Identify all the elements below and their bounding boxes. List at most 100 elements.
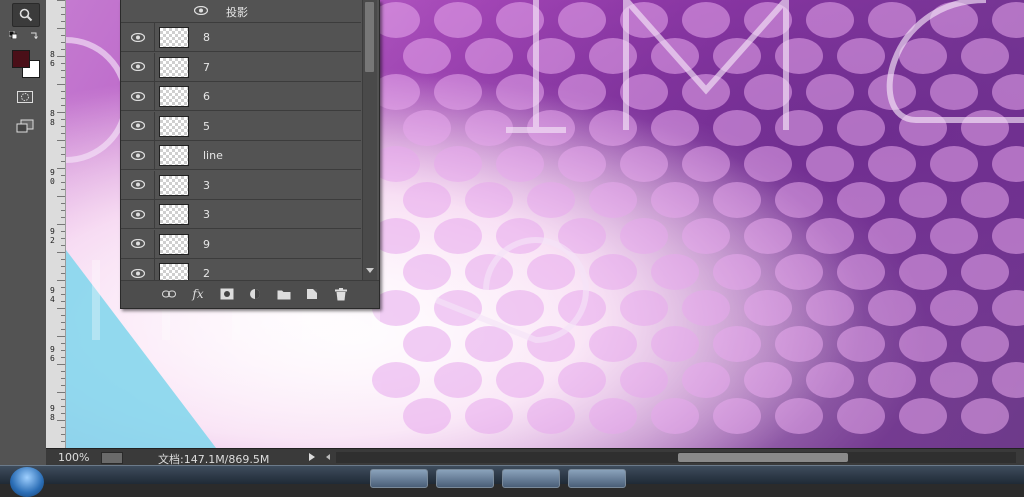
visibility-toggle[interactable] [121,52,155,81]
status-menu-arrow-icon[interactable] [309,453,315,461]
zoom-level[interactable]: 100% [58,451,89,464]
screen-mode-button[interactable] [12,115,38,137]
pattern-dot [806,218,854,254]
taskbar-app-button[interactable] [370,469,428,488]
ruler-tick [57,84,65,85]
layer-row[interactable]: 7 [121,52,361,82]
layer-name[interactable]: 7 [203,61,210,74]
pattern-dot [806,146,854,182]
default-colors-icon[interactable] [9,31,17,39]
taskbar-app-button[interactable] [502,469,560,488]
layer-effect-row[interactable]: 投影 [121,0,361,23]
layer-row[interactable]: 8 [121,23,361,52]
ruler-tick [61,294,65,295]
visibility-toggle[interactable] [121,141,155,169]
new-layer-button[interactable] [305,287,319,301]
pattern-dot [868,362,916,398]
layer-name[interactable]: 2 [203,267,210,280]
scroll-left-arrow-icon[interactable] [326,454,330,460]
layer-thumbnail[interactable] [159,233,189,255]
pattern-dot [837,110,885,146]
eye-icon[interactable] [194,6,208,15]
layers-panel: 投影 8 7 6 5 line 3 3 9 2 fx [120,0,380,309]
horizontal-scrollbar-thumb[interactable] [678,453,848,462]
layer-name[interactable]: 8 [203,31,210,44]
layer-row[interactable]: line [121,141,361,170]
layer-name[interactable]: 9 [203,238,210,251]
quick-mask-button[interactable] [12,86,38,108]
adjustment-layer-button[interactable] [248,287,262,301]
fx-button[interactable]: fx [191,287,205,301]
add-mask-button[interactable] [220,287,234,301]
pattern-dot [806,362,854,398]
visibility-toggle[interactable] [121,23,155,51]
layer-thumbnail[interactable] [159,27,189,48]
layer-row[interactable]: 3 [121,170,361,200]
layer-row[interactable]: 5 [121,111,361,141]
visibility-toggle[interactable] [121,82,155,110]
scroll-down-arrow-icon[interactable] [366,268,374,273]
eye-icon [130,209,145,219]
delete-layer-icon [335,287,347,300]
ruler-label: 9 2 [50,227,55,245]
pattern-dot [527,398,575,434]
ruler-tick [61,189,65,190]
layer-thumbnail[interactable] [159,204,189,225]
pattern-dot [434,2,482,38]
layer-row[interactable]: 3 [121,200,361,229]
ruler-label: 9 4 [50,286,55,304]
pattern-dot [837,38,885,74]
layer-row[interactable]: 9 [121,229,361,259]
taskbar-app-button[interactable] [568,469,626,488]
layer-thumbnail[interactable] [159,56,189,78]
pattern-dot [837,326,885,362]
link-layers-button[interactable] [162,287,176,301]
pattern-dot [868,218,916,254]
visibility-toggle[interactable] [121,170,155,199]
layer-thumbnail[interactable] [159,145,189,166]
layer-name[interactable]: line [203,149,223,162]
new-group-button[interactable] [277,287,291,301]
pattern-dot [403,182,451,218]
ruler-tick [61,182,65,183]
pattern-dot [899,326,947,362]
pattern-dot [868,146,916,182]
visibility-toggle[interactable] [121,200,155,228]
layer-name[interactable]: 5 [203,120,210,133]
layer-thumbnail[interactable] [159,174,189,196]
ruler-tick [61,399,65,400]
pattern-dot [837,398,885,434]
layers-scrollbar[interactable] [362,0,377,280]
pattern-dot [806,2,854,38]
preview-button[interactable] [101,452,123,464]
pattern-dot [589,182,637,218]
link-layers-icon [162,290,176,298]
scrollbar-thumb[interactable] [365,2,374,72]
ruler-tick [61,427,65,428]
ruler-tick [61,161,65,162]
foreground-color-swatch[interactable] [12,50,30,68]
zoom-tool-button[interactable] [12,3,40,27]
fx-icon: fx [192,287,204,301]
visibility-toggle[interactable] [121,229,155,258]
layer-name[interactable]: 6 [203,90,210,103]
layer-row[interactable]: 6 [121,82,361,111]
ruler-tick [57,420,65,421]
layer-name[interactable]: 3 [203,208,210,221]
horizontal-scrollbar[interactable] [336,452,1016,463]
layer-thumbnail[interactable] [159,86,189,107]
taskbar-app-button[interactable] [436,469,494,488]
pattern-dot [744,362,792,398]
pattern-dot [589,326,637,362]
swap-colors-icon[interactable] [30,31,38,39]
layer-thumbnail[interactable] [159,115,189,137]
pattern-dot [589,398,637,434]
layer-name[interactable]: 3 [203,179,210,192]
start-button[interactable] [10,467,44,497]
pattern-dot [434,362,482,398]
eye-icon [130,268,145,278]
ruler-tick [61,231,65,232]
ruler-tick [61,371,65,372]
visibility-toggle[interactable] [121,111,155,140]
delete-layer-button[interactable] [334,287,348,301]
